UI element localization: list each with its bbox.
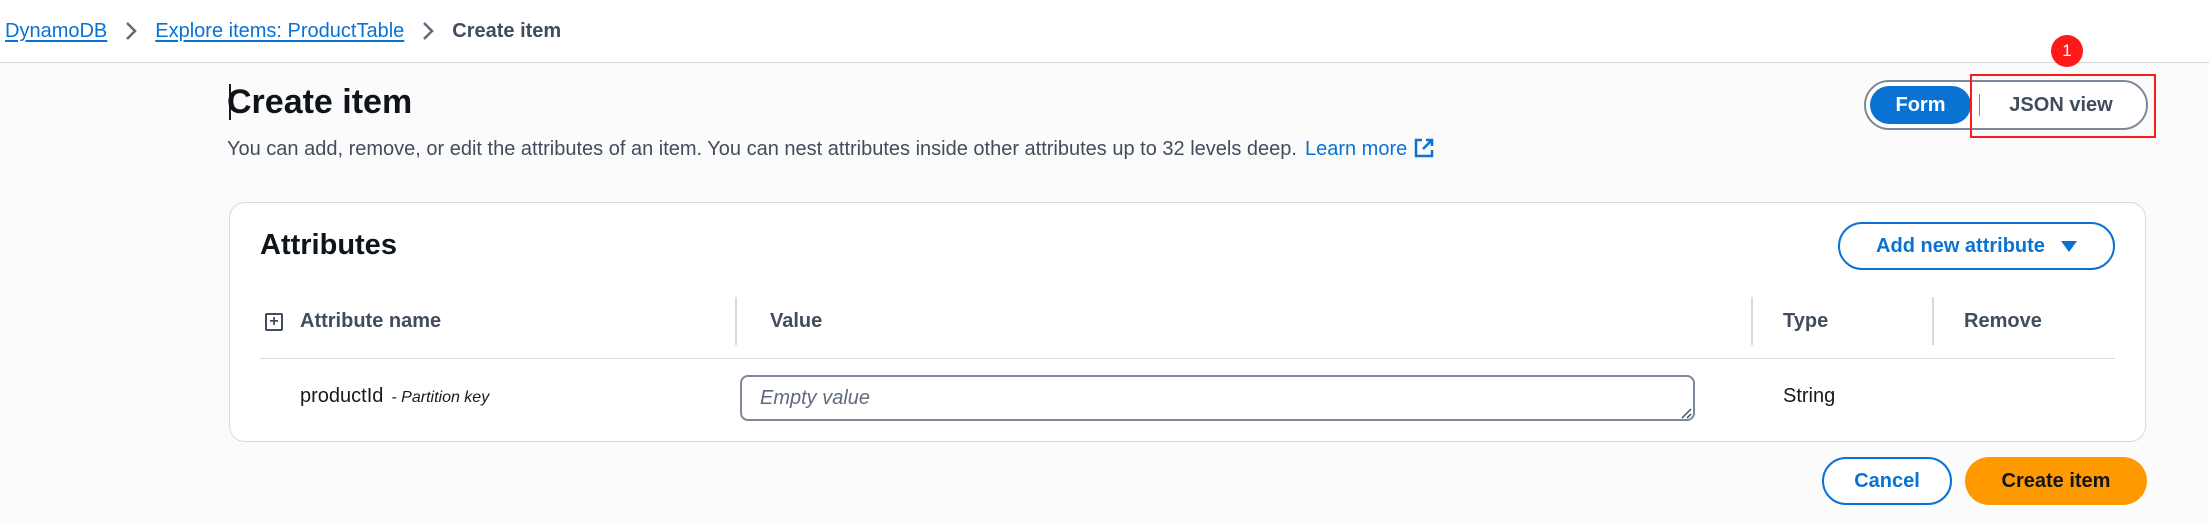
- column-header-remove: Remove: [1964, 309, 2042, 332]
- learn-more-link[interactable]: Learn more: [1305, 138, 1435, 160]
- page-description-text: You can add, remove, or edit the attribu…: [227, 138, 1297, 160]
- attributes-title: Attributes: [260, 229, 397, 261]
- highlight-badge: 1: [2051, 35, 2083, 67]
- column-divider[interactable]: [1932, 297, 1934, 345]
- view-toggle: Form JSON view: [1864, 80, 2148, 130]
- attribute-type: String: [1783, 385, 1836, 407]
- column-header-attribute-name: Attribute name: [300, 309, 442, 332]
- learn-more-label[interactable]: Learn more: [1305, 138, 1407, 160]
- attributes-panel: Attributes Add new attribute + Attribute…: [229, 202, 2146, 442]
- create-item-button[interactable]: Create item: [1965, 457, 2147, 505]
- page-title: Create item: [227, 83, 413, 121]
- column-header-type: Type: [1783, 309, 1829, 332]
- caret-down-icon[interactable]: [2060, 240, 2077, 252]
- form-view-button[interactable]: Form: [1870, 86, 1971, 124]
- attributes-table-header: + Attribute name Value Type Remove: [260, 297, 2115, 359]
- breadcrumb-link-dynamodb[interactable]: DynamoDB: [5, 20, 107, 43]
- breadcrumb: DynamoDB Explore items: ProductTable Cre…: [0, 0, 2209, 63]
- attribute-name-cell: productId - Partition key: [300, 385, 489, 408]
- breadcrumb-link-explore-items[interactable]: Explore items: ProductTable: [155, 20, 404, 43]
- cancel-button[interactable]: Cancel: [1822, 457, 1952, 505]
- table-row: productId - Partition key String: [260, 363, 2115, 433]
- add-new-attribute-button[interactable]: Add new attribute: [1838, 222, 2115, 270]
- external-link-icon[interactable]: [1413, 137, 1435, 159]
- chevron-right-icon: [422, 21, 435, 41]
- column-divider[interactable]: [1751, 297, 1753, 345]
- add-new-attribute-label[interactable]: Add new attribute: [1876, 235, 2045, 258]
- json-view-button[interactable]: JSON view: [1980, 86, 2142, 124]
- attribute-value-input[interactable]: [740, 375, 1695, 421]
- expand-all-icon[interactable]: +: [265, 313, 283, 331]
- chevron-right-icon: [125, 21, 138, 41]
- column-header-value: Value: [770, 309, 823, 332]
- page-description: You can add, remove, or edit the attribu…: [227, 137, 1435, 161]
- column-divider[interactable]: [735, 297, 737, 345]
- breadcrumb-current: Create item: [452, 19, 562, 42]
- attribute-name: productId: [300, 385, 384, 407]
- partition-key-label: - Partition key: [391, 389, 490, 406]
